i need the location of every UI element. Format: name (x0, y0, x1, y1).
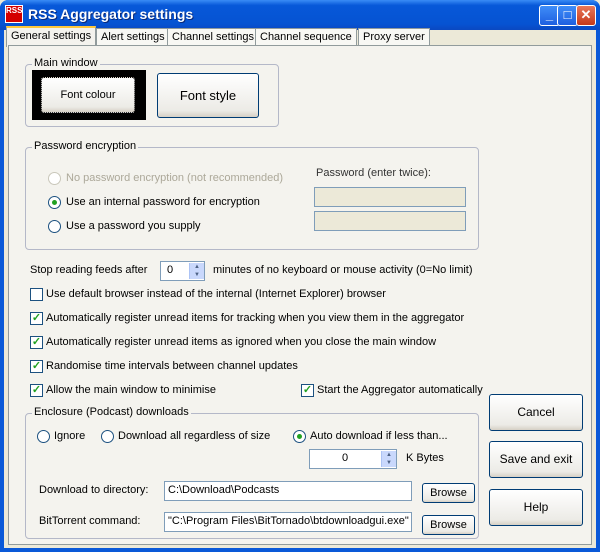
minimise-label: Allow the main window to minimise (46, 384, 216, 396)
download-dir-label: Download to directory: (39, 484, 149, 496)
tab-general-settings[interactable]: General settings (6, 26, 97, 47)
spin-up-icon[interactable]: ▲ (189, 263, 204, 271)
no-password-radio[interactable] (48, 172, 61, 185)
password-field-1[interactable] (314, 187, 466, 207)
maximize-button[interactable]: □ (557, 5, 578, 26)
close-icon: ✕ (580, 7, 592, 22)
register-view-checkbox[interactable]: ✓ (30, 312, 43, 325)
size-unit-label: K Bytes (406, 452, 444, 464)
general-settings-panel: Main window Font colour Font style Passw… (8, 45, 592, 545)
internal-password-label: Use an internal password for encryption (66, 196, 260, 208)
auto-download-label: Auto download if less than... (310, 430, 448, 442)
size-up-icon[interactable]: ▲ (381, 451, 396, 459)
ignore-radio[interactable] (37, 430, 50, 443)
stop-reading-suffix: minutes of no keyboard or mouse activity… (213, 264, 473, 276)
font-style-button[interactable]: Font style (157, 73, 259, 118)
rss-app-icon: RSS (5, 5, 23, 23)
enclosure-legend: Enclosure (Podcast) downloads (32, 406, 191, 418)
bittorrent-command-field[interactable]: "C:\Program Files\BitTornado\btdownloadg… (164, 512, 412, 532)
password-field-label: Password (enter twice): (316, 167, 431, 179)
supply-password-label: Use a password you supply (66, 220, 201, 232)
browse-dir-button[interactable]: Browse (422, 483, 475, 503)
download-all-label: Download all regardless of size (118, 430, 271, 442)
password-encryption-group: Password encryption No password encrypti… (25, 140, 479, 250)
ignore-label: Ignore (54, 430, 86, 442)
main-window-group: Main window Font colour Font style (25, 57, 279, 127)
size-limit-spinner[interactable]: 0 ▲ ▼ (309, 449, 397, 469)
start-auto-label: Start the Aggregator automatically (317, 384, 483, 396)
size-limit-value: 0 (342, 452, 349, 464)
download-dir-field[interactable]: C:\Download\Podcasts (164, 481, 412, 501)
size-down-icon[interactable]: ▼ (381, 459, 396, 467)
font-colour-button[interactable]: Font colour (41, 77, 135, 113)
spin-down-icon[interactable]: ▼ (189, 271, 204, 279)
dialog-client: General settings Alert settings Channel … (4, 26, 596, 548)
settings-window: RSS RSS Aggregator settings _ □ ✕ Genera… (0, 0, 600, 552)
password-legend: Password encryption (32, 140, 139, 152)
no-password-label: No password encryption (not recommended) (66, 172, 284, 184)
stop-reading-value: 0 (167, 264, 174, 276)
enclosure-group: Enclosure (Podcast) downloads Ignore Dow… (25, 406, 479, 539)
minimise-checkbox[interactable]: ✓ (30, 384, 43, 397)
tab-channel-sequence[interactable]: Channel sequence (255, 28, 357, 46)
start-auto-checkbox[interactable]: ✓ (301, 384, 314, 397)
supply-password-radio[interactable] (48, 220, 61, 233)
save-and-exit-button[interactable]: Save and exit (489, 441, 583, 478)
password-field-2[interactable] (314, 211, 466, 231)
tab-proxy-server[interactable]: Proxy server (358, 28, 430, 46)
tab-channel-settings[interactable]: Channel settings (167, 28, 259, 46)
default-browser-label: Use default browser instead of the inter… (46, 288, 386, 300)
register-close-checkbox[interactable]: ✓ (30, 336, 43, 349)
randomise-checkbox[interactable]: ✓ (30, 360, 43, 373)
download-all-radio[interactable] (101, 430, 114, 443)
tab-alert-settings[interactable]: Alert settings (96, 28, 170, 46)
default-browser-checkbox[interactable] (30, 288, 43, 301)
main-window-legend: Main window (32, 57, 100, 69)
register-view-label: Automatically register unread items for … (46, 312, 465, 324)
window-title: RSS Aggregator settings (28, 6, 194, 22)
randomise-label: Randomise time intervals between channel… (46, 360, 298, 372)
minimize-icon: _ (545, 7, 554, 22)
cancel-button[interactable]: Cancel (489, 394, 583, 431)
stop-reading-spinner[interactable]: 0 ▲ ▼ (160, 261, 205, 281)
browse-bittorrent-button[interactable]: Browse (422, 515, 475, 535)
register-close-label: Automatically register unread items as i… (46, 336, 437, 348)
stop-reading-label: Stop reading feeds after (30, 264, 148, 276)
bittorrent-label: BitTorrent command: (39, 515, 141, 527)
close-button[interactable]: ✕ (576, 5, 596, 26)
help-button[interactable]: Help (489, 489, 583, 526)
internal-password-radio[interactable] (48, 196, 61, 209)
auto-download-radio[interactable] (293, 430, 306, 443)
maximize-icon: □ (563, 7, 572, 22)
